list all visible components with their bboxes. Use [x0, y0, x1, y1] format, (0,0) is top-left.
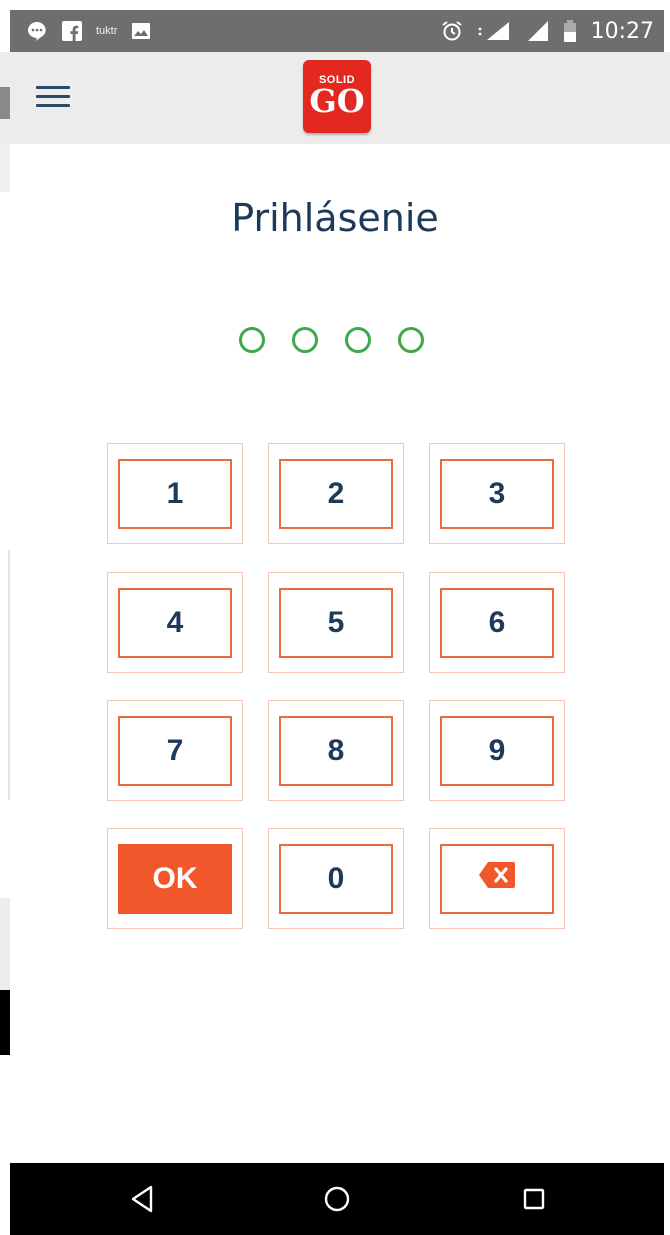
hamburger-menu-icon[interactable]: [36, 86, 70, 112]
backspace-button[interactable]: [429, 828, 565, 929]
key-label: 1: [118, 459, 232, 529]
key-label: 7: [118, 716, 232, 786]
pin-dot: [292, 327, 318, 353]
app-logo: SOLID GO: [303, 60, 371, 133]
small-app-icon: tuktr: [96, 25, 118, 37]
facebook-icon: [62, 21, 82, 41]
key-6[interactable]: 6: [429, 572, 565, 673]
key-3[interactable]: 3: [429, 443, 565, 544]
page-title: Prihlásenie: [231, 196, 439, 240]
edge-artefact: [0, 990, 10, 1055]
status-bar: tuktr 10:27: [10, 10, 664, 52]
app-bar: SOLID GO: [0, 52, 670, 144]
pin-dot: [239, 327, 265, 353]
status-time: 10:27: [590, 18, 654, 44]
alarm-icon: [441, 20, 463, 42]
edge-artefact: [0, 144, 10, 192]
key-label: 4: [118, 588, 232, 658]
recents-icon[interactable]: [518, 1183, 550, 1215]
backspace-key-face: [440, 844, 554, 914]
key-8[interactable]: 8: [268, 700, 404, 801]
pin-dot: [345, 327, 371, 353]
key-2[interactable]: 2: [268, 443, 404, 544]
back-icon[interactable]: [127, 1183, 159, 1215]
key-1[interactable]: 1: [107, 443, 243, 544]
pin-indicator: [239, 327, 424, 353]
message-icon: [26, 20, 48, 42]
key-4[interactable]: 4: [107, 572, 243, 673]
key-7[interactable]: 7: [107, 700, 243, 801]
image-icon: [131, 21, 151, 41]
key-0[interactable]: 0: [268, 828, 404, 929]
navigation-bar: [10, 1163, 664, 1235]
key-9[interactable]: 9: [429, 700, 565, 801]
key-label: 5: [279, 588, 393, 658]
key-label: 6: [440, 588, 554, 658]
signal-icon: [527, 20, 549, 42]
key-label: 2: [279, 459, 393, 529]
key-5[interactable]: 5: [268, 572, 404, 673]
ok-button[interactable]: OK: [107, 828, 243, 929]
edge-artefact: [0, 550, 10, 800]
key-label: 9: [440, 716, 554, 786]
edge-artefact: [0, 87, 10, 119]
pin-dot: [398, 327, 424, 353]
key-label: 8: [279, 716, 393, 786]
logo-bottom-text: GO: [309, 82, 365, 120]
signal-4g-icon: [477, 20, 513, 42]
backspace-icon: [478, 861, 516, 897]
key-label: 0: [279, 844, 393, 914]
edge-artefact: [0, 898, 10, 990]
ok-label: OK: [118, 844, 232, 914]
battery-icon: [563, 20, 577, 42]
key-label: 3: [440, 459, 554, 529]
home-icon[interactable]: [321, 1183, 353, 1215]
